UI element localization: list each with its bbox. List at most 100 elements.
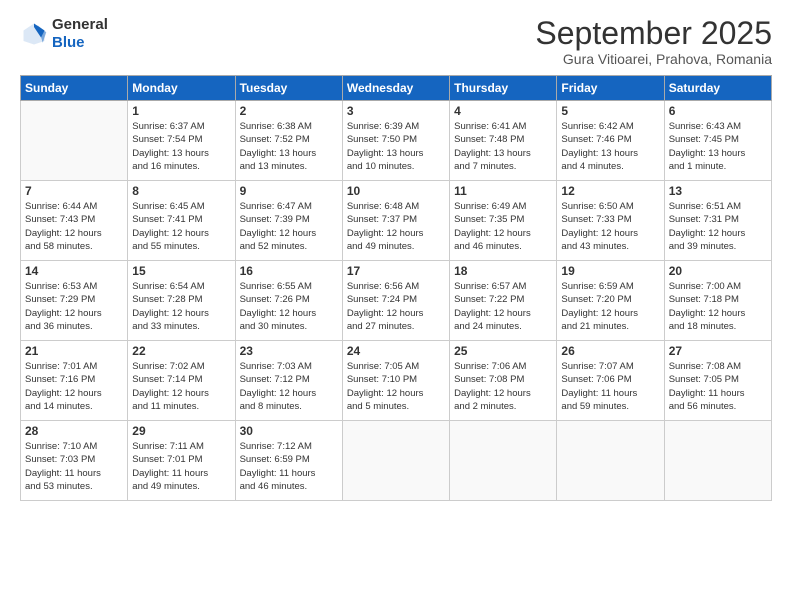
col-sunday: Sunday [21, 76, 128, 101]
calendar-table: Sunday Monday Tuesday Wednesday Thursday… [20, 75, 772, 501]
month-title: September 2025 [535, 16, 772, 51]
cell-text: Sunrise: 6:45 AM [132, 201, 204, 212]
cell-text: Sunset: 7:46 PM [561, 134, 631, 145]
cell-text: Sunrise: 7:01 AM [25, 361, 97, 372]
cell-text: Sunset: 7:28 PM [132, 294, 202, 305]
table-row: 5Sunrise: 6:42 AMSunset: 7:46 PMDaylight… [557, 101, 664, 181]
table-row: 10Sunrise: 6:48 AMSunset: 7:37 PMDayligh… [342, 181, 449, 261]
cell-text: and 30 minutes. [240, 321, 308, 332]
table-row: 21Sunrise: 7:01 AMSunset: 7:16 PMDayligh… [21, 341, 128, 421]
cell-text: Sunset: 7:45 PM [669, 134, 739, 145]
table-row: 29Sunrise: 7:11 AMSunset: 7:01 PMDayligh… [128, 421, 235, 501]
calendar-header-row: Sunday Monday Tuesday Wednesday Thursday… [21, 76, 772, 101]
table-row [664, 421, 771, 501]
cell-text: Sunset: 7:03 PM [25, 454, 95, 465]
cell-text: and 27 minutes. [347, 321, 415, 332]
cell-text: Sunrise: 6:56 AM [347, 281, 419, 292]
table-row: 30Sunrise: 7:12 AMSunset: 6:59 PMDayligh… [235, 421, 342, 501]
cell-text: Sunset: 7:50 PM [347, 134, 417, 145]
logo: General Blue [20, 16, 108, 52]
cell-text: Sunset: 7:14 PM [132, 374, 202, 385]
col-saturday: Saturday [664, 76, 771, 101]
table-row: 14Sunrise: 6:53 AMSunset: 7:29 PMDayligh… [21, 261, 128, 341]
cell-text: Daylight: 13 hours [669, 148, 746, 159]
cell-text: Sunset: 7:22 PM [454, 294, 524, 305]
table-row: 4Sunrise: 6:41 AMSunset: 7:48 PMDaylight… [450, 101, 557, 181]
table-row: 27Sunrise: 7:08 AMSunset: 7:05 PMDayligh… [664, 341, 771, 421]
cell-text: Sunrise: 7:06 AM [454, 361, 526, 372]
cell-text: Daylight: 12 hours [561, 228, 638, 239]
cell-text: and 10 minutes. [347, 161, 415, 172]
cell-text: Daylight: 13 hours [454, 148, 531, 159]
cell-text: Sunrise: 6:42 AM [561, 121, 633, 132]
cell-text: Daylight: 13 hours [132, 148, 209, 159]
cell-text: Daylight: 12 hours [25, 308, 102, 319]
col-tuesday: Tuesday [235, 76, 342, 101]
logo-general-text: General [52, 16, 108, 33]
cell-text: Sunrise: 6:49 AM [454, 201, 526, 212]
cell-text: Sunrise: 6:51 AM [669, 201, 741, 212]
cell-text: Daylight: 12 hours [132, 228, 209, 239]
col-monday: Monday [128, 76, 235, 101]
table-row: 22Sunrise: 7:02 AMSunset: 7:14 PMDayligh… [128, 341, 235, 421]
cell-text: Sunrise: 7:08 AM [669, 361, 741, 372]
cell-text: and 58 minutes. [25, 241, 93, 252]
cell-text: and 49 minutes. [347, 241, 415, 252]
col-wednesday: Wednesday [342, 76, 449, 101]
cell-text: and 49 minutes. [132, 481, 200, 492]
cell-text: Sunset: 7:12 PM [240, 374, 310, 385]
cell-text: Sunset: 7:16 PM [25, 374, 95, 385]
cell-text: Daylight: 12 hours [25, 228, 102, 239]
cell-text: Sunrise: 6:38 AM [240, 121, 312, 132]
cell-text: Sunset: 7:10 PM [347, 374, 417, 385]
cell-text: and 4 minutes. [561, 161, 623, 172]
cell-text: Sunrise: 6:37 AM [132, 121, 204, 132]
calendar-week-row: 1Sunrise: 6:37 AMSunset: 7:54 PMDaylight… [21, 101, 772, 181]
cell-text: and 14 minutes. [25, 401, 93, 412]
cell-text: Sunrise: 7:02 AM [132, 361, 204, 372]
cell-text: Sunrise: 6:55 AM [240, 281, 312, 292]
cell-text: and 43 minutes. [561, 241, 629, 252]
cell-text: and 46 minutes. [454, 241, 522, 252]
cell-text: Sunset: 7:24 PM [347, 294, 417, 305]
table-row: 16Sunrise: 6:55 AMSunset: 7:26 PMDayligh… [235, 261, 342, 341]
col-friday: Friday [557, 76, 664, 101]
cell-text: and 55 minutes. [132, 241, 200, 252]
cell-text: and 7 minutes. [454, 161, 516, 172]
cell-text: Sunrise: 7:10 AM [25, 441, 97, 452]
cell-text: Sunset: 7:26 PM [240, 294, 310, 305]
cell-text: Daylight: 11 hours [240, 468, 316, 479]
cell-text: Sunset: 7:33 PM [561, 214, 631, 225]
cell-text: Sunrise: 6:43 AM [669, 121, 741, 132]
cell-text: Sunset: 7:08 PM [454, 374, 524, 385]
cell-text: Daylight: 11 hours [561, 388, 637, 399]
page: General Blue September 2025 Gura Vitioar… [0, 0, 792, 612]
cell-text: and 5 minutes. [347, 401, 409, 412]
cell-text: Daylight: 11 hours [132, 468, 208, 479]
logo-blue-text: Blue [52, 34, 85, 51]
calendar-week-row: 7Sunrise: 6:44 AMSunset: 7:43 PMDaylight… [21, 181, 772, 261]
cell-text: and 21 minutes. [561, 321, 629, 332]
cell-text: and 33 minutes. [132, 321, 200, 332]
cell-text: Daylight: 13 hours [347, 148, 424, 159]
cell-text: Sunset: 7:54 PM [132, 134, 202, 145]
cell-text: and 1 minute. [669, 161, 727, 172]
cell-text: Daylight: 12 hours [669, 228, 746, 239]
table-row: 18Sunrise: 6:57 AMSunset: 7:22 PMDayligh… [450, 261, 557, 341]
cell-text: Sunrise: 6:41 AM [454, 121, 526, 132]
cell-text: Sunset: 6:59 PM [240, 454, 310, 465]
cell-text: Daylight: 13 hours [240, 148, 317, 159]
table-row [21, 101, 128, 181]
cell-text: and 11 minutes. [132, 401, 199, 412]
cell-text: Sunset: 7:43 PM [25, 214, 95, 225]
cell-text: Daylight: 12 hours [347, 388, 424, 399]
cell-text: Sunrise: 6:39 AM [347, 121, 419, 132]
cell-text: Sunrise: 7:05 AM [347, 361, 419, 372]
calendar-week-row: 28Sunrise: 7:10 AMSunset: 7:03 PMDayligh… [21, 421, 772, 501]
cell-text: Daylight: 12 hours [669, 308, 746, 319]
cell-text: Sunrise: 6:44 AM [25, 201, 97, 212]
col-thursday: Thursday [450, 76, 557, 101]
cell-text: and 2 minutes. [454, 401, 516, 412]
cell-text: Sunrise: 6:54 AM [132, 281, 204, 292]
cell-text: Daylight: 12 hours [132, 308, 209, 319]
